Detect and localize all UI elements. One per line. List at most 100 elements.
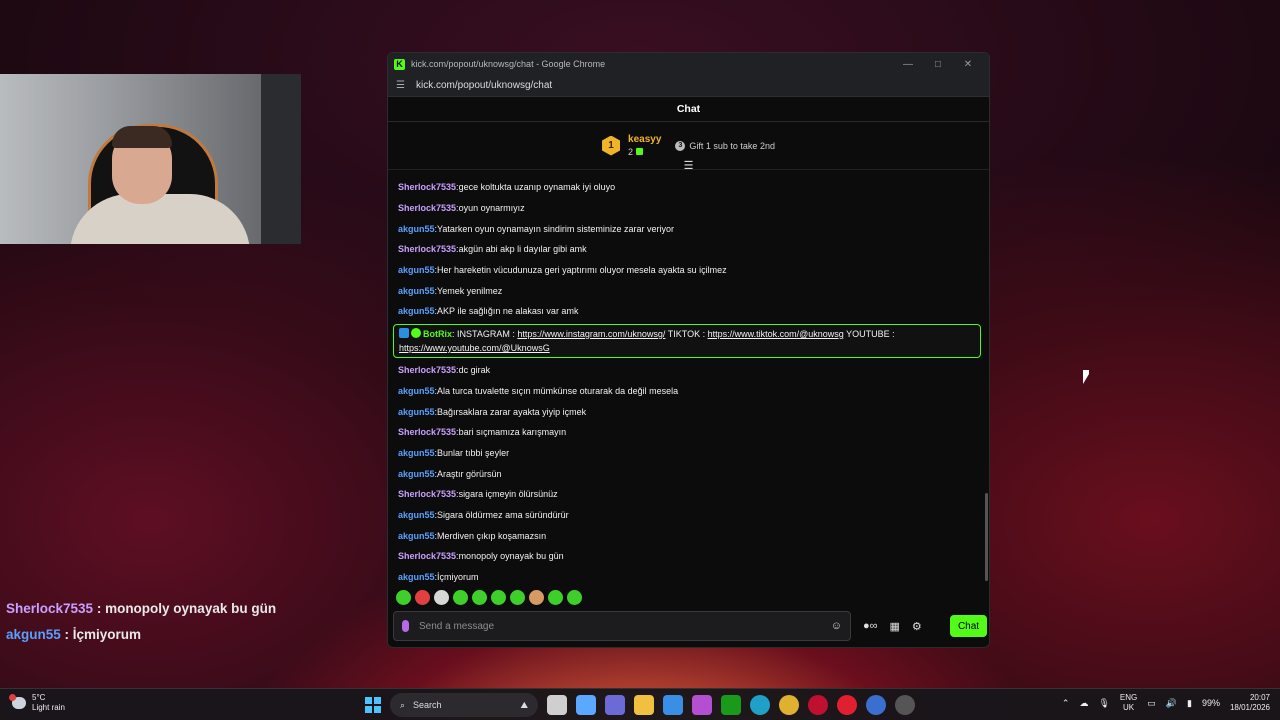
chat-username[interactable]: Sherlock7535	[398, 202, 456, 214]
teams-icon[interactable]	[605, 695, 625, 715]
battery-percent[interactable]: 99%	[1202, 698, 1220, 708]
verified-icon	[411, 327, 421, 338]
minimize-button[interactable]: —	[893, 59, 923, 70]
emote-icon[interactable]	[567, 590, 582, 605]
instagram-label: INSTAGRAM :	[457, 328, 518, 339]
maximize-button[interactable]: □	[923, 59, 953, 70]
chat-message: akgun55: Bağırsaklara zarar ayakta yiyip…	[398, 406, 587, 418]
send-chat-button[interactable]: Chat	[950, 615, 987, 637]
site-settings-icon[interactable]: ☰	[396, 80, 410, 91]
window-title: kick.com/popout/uknowsg/chat - Google Ch…	[411, 59, 606, 69]
emote-icon[interactable]	[529, 590, 544, 605]
quick-emotes	[396, 590, 582, 605]
start-button-icon[interactable]	[365, 697, 381, 713]
taskbar-search[interactable]: ⌕ Search ⛰	[390, 693, 538, 717]
gift-sub-cta[interactable]: 3 Gift 1 sub to take 2nd	[675, 140, 775, 151]
battery-icon: ▮	[1186, 697, 1192, 708]
chat-text: gece koltukta uzanıp oynamak iyi oluyo	[458, 182, 616, 193]
overlay-username: akgun55	[6, 627, 61, 642]
overlay-text: monopoly oynayak bu gün	[105, 601, 277, 616]
instagram-link[interactable]: https://www.instagram.com/uknowsg/	[517, 329, 665, 339]
message-input[interactable]	[419, 620, 831, 632]
message-input-box[interactable]: ☺	[393, 611, 851, 641]
display-icon[interactable]: ▭	[1147, 698, 1156, 709]
onedrive-icon[interactable]: ☁	[1079, 698, 1088, 709]
emote-icon[interactable]	[491, 590, 506, 605]
chat-username[interactable]: akgun55	[398, 571, 435, 583]
instagram-app-icon[interactable]	[692, 695, 712, 715]
chat-username[interactable]: Sherlock7535	[398, 488, 456, 500]
collapse-icon[interactable]: ☰	[684, 159, 694, 172]
youtube-label: YOUTUBE :	[843, 328, 895, 339]
emote-icon[interactable]	[415, 590, 430, 605]
chat-scrollbar[interactable]	[985, 493, 988, 581]
chat-message: Sherlock7535: dc girak	[398, 364, 491, 376]
mic-icon[interactable]	[402, 620, 409, 632]
language-indicator[interactable]: ENG UK	[1120, 693, 1137, 713]
emote-icon[interactable]	[548, 590, 563, 605]
chat-message: Sherlock7535: bari sıçmamıza karışmayın	[398, 426, 567, 438]
chat-message: akgun55: İçmiyorum	[398, 571, 479, 583]
overlay-username: Sherlock7535	[6, 601, 94, 616]
chat-username[interactable]: Sherlock7535	[398, 181, 456, 193]
chat-message: Sherlock7535: monopoly oynayak bu gün	[398, 550, 564, 562]
gifter-name[interactable]: keasyy	[628, 134, 661, 146]
gift-rank-icon: 3	[675, 140, 686, 151]
emote-icon[interactable]	[434, 590, 449, 605]
chat-message: Sherlock7535: sigara içmeyin ölürsünüz	[398, 488, 558, 500]
emote-icon[interactable]	[453, 590, 468, 605]
pinned-gifter-bar: 1 keasyy 2 3 Gift 1 sub to take 2nd ☰	[388, 122, 989, 172]
chat-username[interactable]: akgun55	[398, 468, 435, 480]
chat-username[interactable]: akgun55	[398, 385, 435, 397]
clock-time: 20:07	[1249, 693, 1270, 702]
close-button[interactable]: ✕	[953, 59, 983, 70]
chat-username[interactable]: akgun55	[398, 530, 435, 542]
chevron-up-icon[interactable]: ⌃	[1062, 698, 1070, 709]
microphone-icon[interactable]: 🎙	[1098, 698, 1109, 709]
address-bar[interactable]: ☰ kick.com/popout/uknowsg/chat	[388, 75, 989, 97]
xbox-icon[interactable]	[721, 695, 741, 715]
chat-username[interactable]: Sherlock7535	[398, 550, 456, 562]
tiktok-link[interactable]: https://www.tiktok.com/@uknowsg	[708, 329, 844, 339]
cloud-rain-icon	[9, 694, 26, 709]
chat-username[interactable]: akgun55	[398, 264, 435, 276]
store-icon[interactable]: ▦	[890, 620, 900, 633]
chat-text: Ala turca tuvalette sıçın mümkünse otura…	[437, 385, 679, 396]
chat-text: Yatarken oyun oynamayın sindirim sistemi…	[437, 223, 674, 234]
settings-gear-icon[interactable]: ⚙	[912, 620, 922, 633]
chat-username[interactable]: akgun55	[398, 305, 435, 317]
weather-widget[interactable]: 5°C Light rain	[9, 693, 65, 713]
obs-icon[interactable]	[895, 695, 915, 715]
chat-username[interactable]: akgun55	[398, 223, 435, 235]
opera-gx-icon[interactable]	[808, 695, 828, 715]
chat-username[interactable]: akgun55	[398, 285, 435, 297]
chat-message: Sherlock7535: akgün abi akp li dayılar g…	[398, 243, 587, 255]
chrome-active-icon[interactable]	[866, 695, 886, 715]
task-view-icon[interactable]	[547, 695, 567, 715]
bot-username[interactable]: BotRix	[423, 329, 452, 339]
emoji-picker-icon[interactable]: ☺	[831, 620, 842, 632]
chat-text: Araştır görürsün	[437, 468, 502, 479]
store-app-icon[interactable]	[663, 695, 683, 715]
chat-username[interactable]: akgun55	[398, 406, 435, 418]
opera-icon[interactable]	[837, 695, 857, 715]
chat-username[interactable]: akgun55	[398, 509, 435, 521]
chat-username[interactable]: Sherlock7535	[398, 426, 456, 438]
emote-icon[interactable]	[510, 590, 525, 605]
chat-username[interactable]: Sherlock7535	[398, 364, 456, 376]
file-explorer-icon[interactable]	[634, 695, 654, 715]
clock[interactable]: 20:07 18/01/2026	[1230, 693, 1270, 713]
emote-icon[interactable]	[472, 590, 487, 605]
predictions-icon[interactable]: ●∞	[863, 620, 878, 632]
chat-username[interactable]: akgun55	[398, 447, 435, 459]
mouse-cursor-icon	[1083, 370, 1089, 384]
chat-text: monopoly oynayak bu gün	[458, 551, 564, 562]
chat-message: akgun55: Sigara öldürmez ama süründürür	[398, 509, 569, 521]
youtube-link[interactable]: https://www.youtube.com/@UknowsG	[399, 343, 550, 353]
edge-icon[interactable]	[750, 695, 770, 715]
copilot-icon[interactable]	[576, 695, 596, 715]
chat-username[interactable]: Sherlock7535	[398, 243, 456, 255]
chrome-icon[interactable]	[779, 695, 799, 715]
emote-icon[interactable]	[396, 590, 411, 605]
volume-icon[interactable]: 🔊	[1166, 698, 1177, 709]
